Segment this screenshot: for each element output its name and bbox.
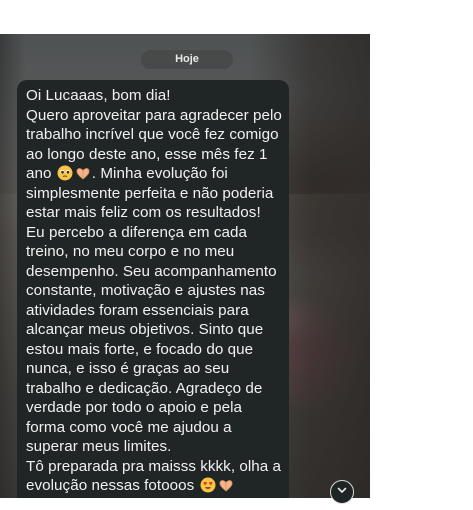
message-text-part-2: . Minha evolução foi simplesmente perfei… bbox=[26, 165, 282, 494]
scroll-to-bottom-button[interactable] bbox=[330, 480, 354, 504]
heart-hands-icon bbox=[218, 477, 234, 493]
chevron-down-icon bbox=[336, 483, 348, 501]
pleading-face-icon bbox=[57, 165, 73, 181]
heart-hands-icon bbox=[75, 165, 91, 181]
message-bubble[interactable]: Oi Lucaaas, bom dia! Quero aproveitar pa… bbox=[17, 80, 289, 498]
date-divider: Hoje bbox=[141, 50, 233, 69]
chat-screen: Hoje Oi Lucaaas, bom dia! Quero aproveit… bbox=[0, 0, 473, 510]
heart-eyes-icon bbox=[200, 477, 216, 493]
message-text: Oi Lucaaas, bom dia! Quero aproveitar pa… bbox=[26, 86, 283, 496]
